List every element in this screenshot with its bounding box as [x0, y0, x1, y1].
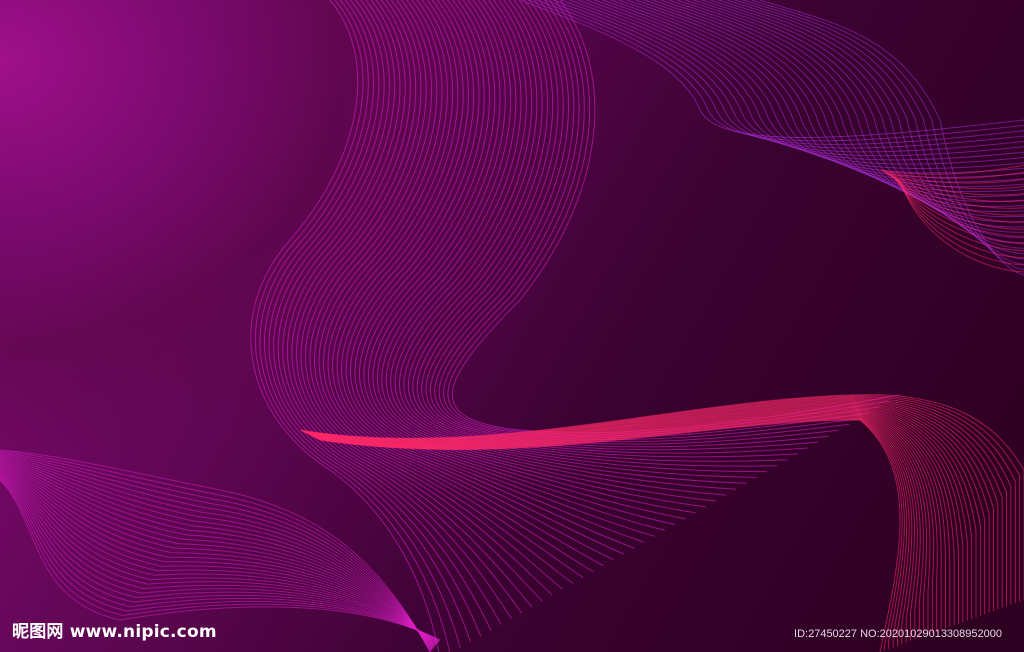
wave-line	[421, 0, 829, 448]
watermark-site-url: www.nipic.com	[69, 622, 217, 642]
ribbon-lower-right	[299, 394, 1024, 652]
wave-line	[627, 0, 1024, 193]
wave-line	[316, 415, 913, 645]
wave-line	[619, 0, 1024, 188]
watermark-site-cn: 昵图网	[12, 622, 64, 642]
wave-line	[316, 414, 916, 643]
wave-line	[544, 0, 1024, 149]
wave-line	[291, 0, 533, 608]
wave-line	[416, 0, 819, 451]
wave-lines-art	[0, 0, 1024, 652]
wave-line	[569, 0, 1024, 161]
watermark-id: ID:27450227 NO:20201029013308952000	[794, 628, 1002, 640]
wave-background: 昵图网 www.nipic.com ID:27450227 NO:2020102…	[0, 0, 1024, 652]
watermark-site: 昵图网 www.nipic.com	[12, 617, 217, 642]
wave-line	[327, 0, 615, 561]
wave-line	[701, 0, 1024, 239]
wave-line	[660, 0, 1024, 213]
wave-line	[429, 0, 849, 443]
wave-line	[309, 0, 574, 584]
wave-line	[438, 0, 870, 439]
wave-line	[652, 0, 1024, 207]
